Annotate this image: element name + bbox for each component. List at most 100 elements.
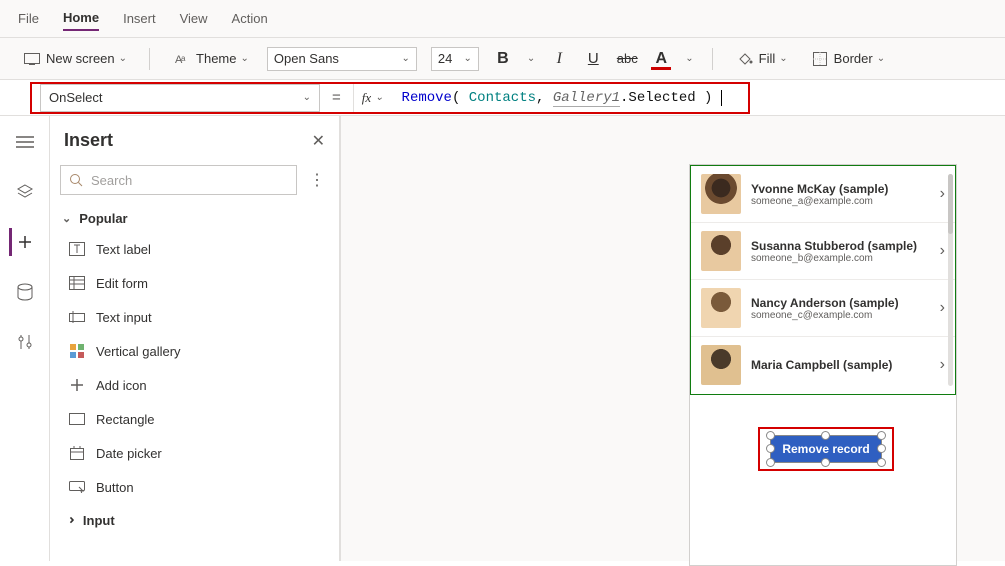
- formula-arg2b: .Selected: [620, 90, 696, 106]
- screen-icon: [22, 53, 42, 65]
- search-icon: [69, 173, 83, 187]
- settings-button[interactable]: [11, 328, 39, 356]
- insert-item-text-label[interactable]: Text label: [50, 232, 339, 266]
- insert-item-edit-form[interactable]: Edit form: [50, 266, 339, 300]
- property-select[interactable]: OnSelect ⌄: [40, 84, 320, 112]
- button-label: Remove record: [782, 442, 869, 456]
- gallery-row[interactable]: Yvonne McKay (sample) someone_a@example.…: [691, 166, 955, 223]
- menu-action[interactable]: Action: [232, 7, 268, 30]
- insert-item-label: Button: [96, 480, 134, 495]
- border-icon: [810, 52, 830, 66]
- category-label: Input: [83, 513, 115, 528]
- contact-email: someone_c@example.com: [751, 310, 930, 321]
- category-input[interactable]: ⌄ Input: [50, 504, 339, 536]
- formula-input[interactable]: Remove( Contacts, Gallery1.Selected ): [392, 90, 1005, 106]
- contact-name: Maria Campbell (sample): [751, 358, 930, 372]
- font-size-select[interactable]: 24 ⌄: [431, 47, 479, 71]
- category-popular[interactable]: ⌄ Popular: [50, 201, 339, 232]
- svg-text:a: a: [181, 54, 186, 63]
- chevron-down-icon: ⌄: [779, 53, 787, 64]
- menu-insert[interactable]: Insert: [123, 7, 156, 30]
- layers-button[interactable]: [11, 178, 39, 206]
- resize-handle[interactable]: [877, 431, 886, 440]
- equals-label: =: [320, 89, 353, 106]
- toolbar: New screen ⌄ Aa Theme ⌄ Open Sans ⌄ 24 ⌄…: [0, 38, 1005, 80]
- insert-item-vertical-gallery[interactable]: Vertical gallery: [50, 334, 339, 368]
- fill-label: Fill: [759, 51, 776, 66]
- close-icon[interactable]: ✕: [312, 131, 325, 151]
- border-button[interactable]: Border ⌄: [806, 49, 889, 68]
- chevron-right-icon[interactable]: ›: [940, 242, 945, 260]
- chevron-right-icon[interactable]: ›: [940, 185, 945, 203]
- screen-frame[interactable]: Yvonne McKay (sample) someone_a@example.…: [689, 164, 957, 566]
- resize-handle[interactable]: [821, 458, 830, 467]
- insert-rail-button[interactable]: [9, 228, 37, 256]
- chevron-right-icon[interactable]: ›: [940, 356, 945, 374]
- menu-file[interactable]: File: [18, 7, 39, 30]
- data-button[interactable]: [11, 278, 39, 306]
- main-area: Insert ✕ Search ⋮ ⌄ Popular Text label E…: [0, 116, 1005, 561]
- resize-handle[interactable]: [766, 458, 775, 467]
- button-icon: [68, 478, 86, 496]
- rectangle-icon: [68, 410, 86, 428]
- contact-name: Susanna Stubberod (sample): [751, 239, 930, 253]
- avatar: [701, 174, 741, 214]
- theme-button[interactable]: Aa Theme ⌄: [168, 49, 253, 68]
- theme-icon: Aa: [172, 52, 192, 66]
- remove-record-button[interactable]: Remove record: [770, 435, 882, 463]
- search-input[interactable]: Search: [60, 165, 297, 195]
- chevron-down-icon: ⌄: [464, 53, 472, 64]
- insert-item-label: Date picker: [96, 446, 162, 461]
- new-screen-button[interactable]: New screen ⌄: [18, 49, 131, 68]
- gallery-row[interactable]: Susanna Stubberod (sample) someone_b@exa…: [691, 223, 955, 280]
- gallery-control[interactable]: Yvonne McKay (sample) someone_a@example.…: [690, 165, 956, 395]
- canvas[interactable]: Yvonne McKay (sample) someone_a@example.…: [340, 116, 1005, 561]
- fill-button[interactable]: Fill ⌄: [731, 49, 792, 68]
- chevron-down-icon: ⌄: [402, 53, 410, 64]
- category-label: Popular: [79, 211, 127, 226]
- underline-button[interactable]: U: [583, 50, 603, 67]
- gallery-row[interactable]: Maria Campbell (sample) ›: [691, 337, 955, 393]
- new-screen-label: New screen: [46, 51, 115, 66]
- chevron-down-icon: ⌄: [375, 92, 383, 103]
- text-input-icon: [68, 308, 86, 326]
- insert-item-button[interactable]: Button: [50, 470, 339, 504]
- italic-button[interactable]: I: [549, 50, 569, 68]
- insert-item-date-picker[interactable]: Date picker: [50, 436, 339, 470]
- bold-button[interactable]: B: [493, 50, 513, 68]
- fx-button[interactable]: fx ⌄: [353, 84, 392, 112]
- resize-handle[interactable]: [766, 431, 775, 440]
- chevron-down-icon: ⌄: [527, 53, 535, 64]
- menu-home[interactable]: Home: [63, 6, 99, 31]
- search-placeholder: Search: [91, 173, 132, 188]
- insert-item-label: Edit form: [96, 276, 148, 291]
- resize-handle[interactable]: [877, 444, 886, 453]
- chevron-down-icon: ⌄: [303, 92, 311, 103]
- resize-handle[interactable]: [877, 458, 886, 467]
- gallery-icon: [68, 342, 86, 360]
- font-color-button[interactable]: A: [651, 50, 671, 68]
- more-icon[interactable]: ⋮: [305, 170, 329, 190]
- insert-item-add-icon[interactable]: Add icon: [50, 368, 339, 402]
- chevron-right-icon[interactable]: ›: [940, 299, 945, 317]
- divider: [149, 48, 150, 70]
- avatar: [701, 288, 741, 328]
- font-family-select[interactable]: Open Sans ⌄: [267, 47, 417, 71]
- add-icon-icon: [68, 376, 86, 394]
- scrollbar[interactable]: [948, 174, 953, 386]
- formula-arg2a: Gallery1: [553, 90, 620, 107]
- resize-handle[interactable]: [766, 444, 775, 453]
- insert-item-rectangle[interactable]: Rectangle: [50, 402, 339, 436]
- edit-form-icon: [68, 274, 86, 292]
- resize-handle[interactable]: [821, 431, 830, 440]
- divider: [712, 48, 713, 70]
- menu-view[interactable]: View: [180, 7, 208, 30]
- tree-view-button[interactable]: [11, 128, 39, 156]
- chevron-down-icon: ⌄: [877, 53, 885, 64]
- insert-item-text-input[interactable]: Text input: [50, 300, 339, 334]
- insert-item-label: Add icon: [96, 378, 147, 393]
- gallery-row[interactable]: Nancy Anderson (sample) someone_c@exampl…: [691, 280, 955, 337]
- strikethrough-button[interactable]: abc: [617, 51, 637, 66]
- property-value: OnSelect: [49, 90, 102, 105]
- left-rail: [0, 116, 50, 561]
